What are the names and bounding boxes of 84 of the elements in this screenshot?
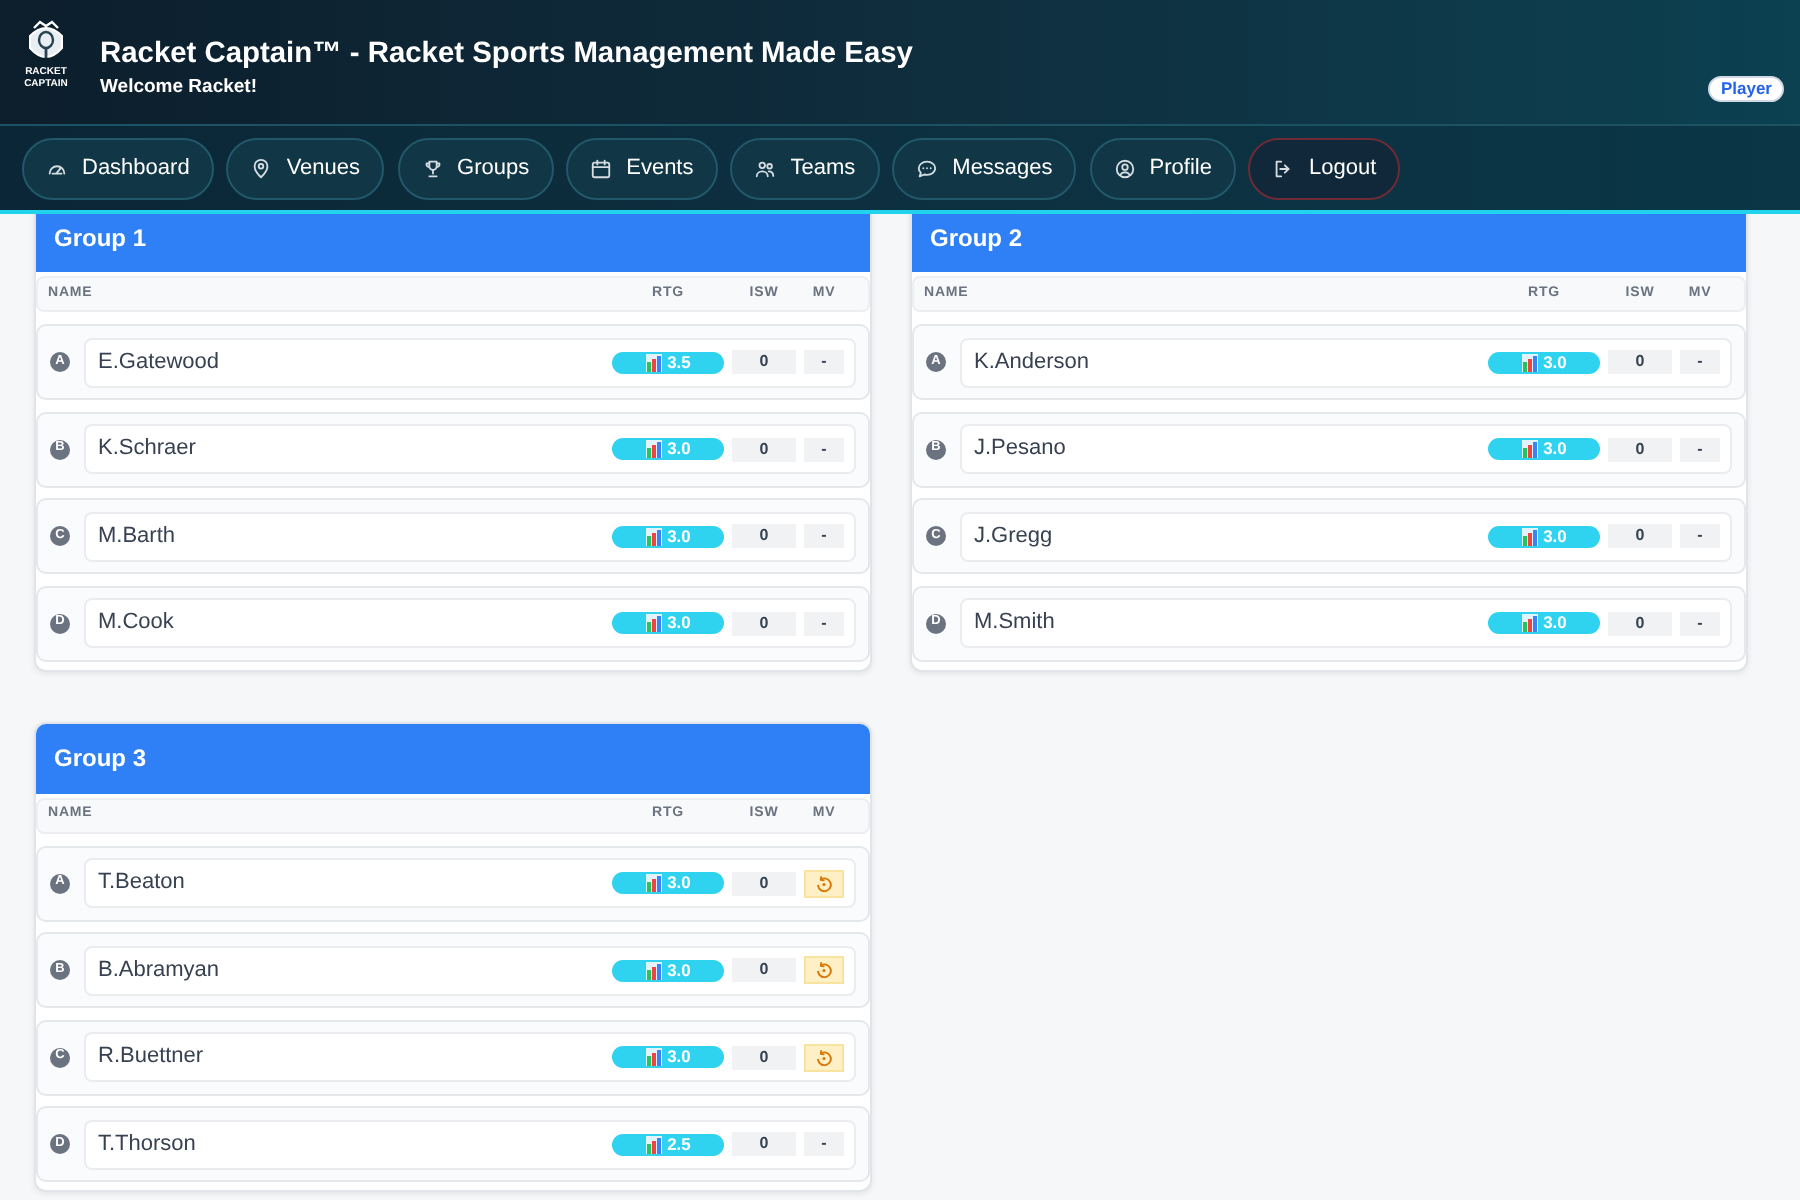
isw-cell: 0 xyxy=(1608,611,1672,635)
chat-bubble-icon xyxy=(916,158,939,180)
nav-button[interactable]: Teams xyxy=(730,138,880,200)
player-name: M.Smith xyxy=(974,608,1057,639)
rating-value: 3.0 xyxy=(667,1048,691,1066)
bar-chart-icon xyxy=(1521,614,1538,632)
nav-button[interactable]: Venues xyxy=(226,138,385,200)
rating-value: 3.0 xyxy=(667,440,691,458)
bar-chart-icon xyxy=(1521,440,1538,458)
player-name: J.Gregg xyxy=(974,521,1055,552)
circular-arrow-icon xyxy=(816,962,832,978)
player-name: K.Schraer xyxy=(98,434,198,465)
move-button[interactable] xyxy=(804,956,844,984)
people-icon xyxy=(754,158,777,180)
bar-chart-icon xyxy=(645,961,662,979)
calendar-icon xyxy=(590,158,613,180)
logout-button[interactable]: Logout xyxy=(1248,138,1401,200)
nav-button[interactable]: Events xyxy=(566,138,718,200)
rating-value: 3.0 xyxy=(1543,614,1567,632)
nav-button[interactable]: Dashboard xyxy=(22,138,214,200)
isw-cell: 0 xyxy=(732,524,796,548)
rating-value: 3.0 xyxy=(1543,353,1567,371)
player-name: T.Beaton xyxy=(98,868,187,899)
bar-chart-icon xyxy=(645,440,662,458)
isw-cell: 0 xyxy=(732,958,796,982)
rating-value: 3.0 xyxy=(667,874,691,892)
group-header: Group 1 xyxy=(36,214,870,272)
mv-cell: - xyxy=(1680,611,1720,635)
player-name: B.Abramyan xyxy=(98,955,222,986)
rating-value: 3.0 xyxy=(667,961,691,979)
map-pin-icon xyxy=(250,158,273,180)
player-name: M.Cook xyxy=(98,608,176,639)
mv-cell: - xyxy=(1680,437,1720,461)
bar-chart-icon xyxy=(1521,353,1538,371)
rating-value: 3.0 xyxy=(667,614,691,632)
group-header: Group 2 xyxy=(912,214,1746,272)
isw-cell: 0 xyxy=(732,350,796,374)
mv-cell: - xyxy=(804,1132,844,1156)
bar-chart-icon xyxy=(1521,527,1538,545)
player-name: J.Pesano xyxy=(974,434,1068,465)
circular-arrow-icon xyxy=(816,1049,832,1065)
player-name: M.Barth xyxy=(98,521,178,552)
bar-chart-icon xyxy=(645,527,662,545)
rating-value: 3.0 xyxy=(667,527,691,545)
circular-arrow-icon xyxy=(816,875,832,891)
isw-cell: 0 xyxy=(732,1132,796,1156)
bar-chart-icon xyxy=(645,353,662,371)
isw-cell: 0 xyxy=(732,871,796,895)
group-header: Group 3 xyxy=(36,723,870,793)
mv-cell: - xyxy=(1680,524,1720,548)
bar-chart-icon xyxy=(645,874,662,892)
player-name: R.Buettner xyxy=(98,1042,206,1073)
player-name: T.Thorson xyxy=(98,1129,198,1160)
welcome-message: Welcome Racket! xyxy=(100,76,259,100)
rating-value: 3.5 xyxy=(667,353,691,371)
bar-chart-icon xyxy=(645,1048,662,1066)
rating-value: 3.0 xyxy=(1543,527,1567,545)
user-circle-icon xyxy=(1113,158,1136,180)
nav-button[interactable]: Messages xyxy=(892,138,1077,200)
mv-cell: - xyxy=(1680,350,1720,374)
player-name: K.Anderson xyxy=(974,347,1091,378)
isw-cell: 0 xyxy=(1608,437,1672,461)
player-name: E.Gatewood xyxy=(98,347,222,378)
isw-cell: 0 xyxy=(732,611,796,635)
mv-cell: - xyxy=(804,611,844,635)
mv-cell: - xyxy=(804,524,844,548)
isw-cell: 0 xyxy=(1608,350,1672,374)
nav-button[interactable]: Groups xyxy=(397,138,554,200)
role-badge: Player xyxy=(1708,76,1784,102)
isw-cell: 0 xyxy=(1608,524,1672,548)
mv-cell: - xyxy=(804,437,844,461)
mv-cell: - xyxy=(804,350,844,374)
nav-button[interactable]: Profile xyxy=(1089,138,1236,200)
trophy-icon xyxy=(421,158,444,180)
rating-value: 3.0 xyxy=(1543,440,1567,458)
logout-icon xyxy=(1272,158,1295,180)
move-button[interactable] xyxy=(804,869,844,897)
rating-value: 2.5 xyxy=(667,1135,691,1153)
bar-chart-icon xyxy=(645,1135,662,1153)
app-title: Racket Captain™ - Racket Sports Management Made Easy xyxy=(100,36,913,72)
isw-cell: 0 xyxy=(732,437,796,461)
isw-cell: 0 xyxy=(732,1045,796,1069)
move-button[interactable] xyxy=(804,1043,844,1071)
bar-chart-icon xyxy=(645,614,662,632)
